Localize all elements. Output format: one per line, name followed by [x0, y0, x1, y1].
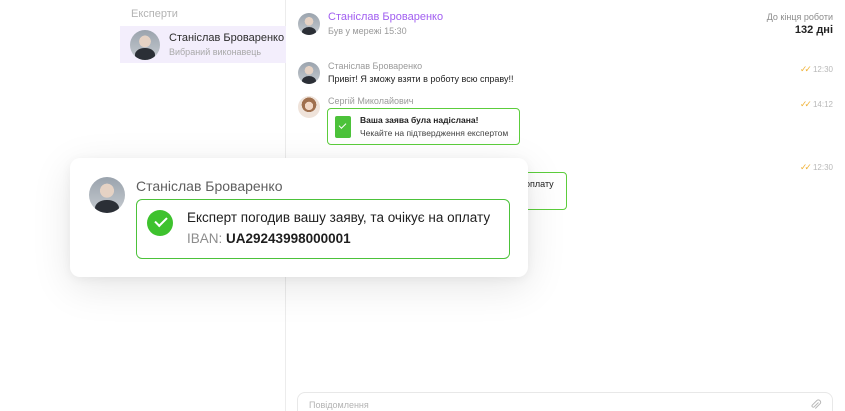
- notice-subtitle: Чекайте на підтвердження експертом: [360, 128, 509, 138]
- document-check-icon: [335, 115, 351, 138]
- message-time: ✓✓ 12:30: [800, 162, 833, 173]
- message-author: Сергій Миколайович: [328, 96, 414, 106]
- double-check-icon: ✓✓: [799, 162, 812, 172]
- expert-avatar: [130, 29, 160, 60]
- popup-expert-avatar: [89, 177, 125, 213]
- chat-header-avatar[interactable]: [298, 13, 320, 35]
- message-time: ✓✓ 14:12: [800, 99, 833, 110]
- message-time-text: 14:12: [812, 100, 833, 109]
- iban-label: IBAN:: [187, 231, 223, 246]
- popup-expert-name: Станіслав Броваренко: [136, 178, 283, 194]
- deadline-value: 132 дні: [794, 24, 833, 36]
- chat-contact-name[interactable]: Станіслав Броваренко: [328, 11, 443, 23]
- message-input[interactable]: [309, 400, 769, 410]
- approval-message-box: Експерт погодив вашу заяву, та очікує на…: [136, 199, 510, 259]
- check-circle-icon: [147, 210, 173, 236]
- application-sent-notice: Ваша заява була надіслана! Чекайте на пі…: [327, 108, 520, 145]
- paperclip-icon[interactable]: [810, 399, 822, 411]
- expert-name: Станіслав Броваренко: [169, 32, 285, 44]
- approval-title: Експерт погодив вашу заяву, та очікує на…: [187, 210, 491, 225]
- chat-last-seen: Був у мережі 15:30: [328, 26, 407, 36]
- message-author: Станіслав Броваренко: [328, 61, 423, 71]
- double-check-icon: ✓✓: [799, 64, 812, 74]
- message-time-text: 12:30: [812, 65, 833, 74]
- payment-notification-card: Станіслав Броваренко Експерт погодив ваш…: [70, 158, 528, 277]
- expert-role: Вибраний виконавець: [169, 47, 262, 57]
- notice-title: Ваша заява була надіслана!: [360, 115, 479, 125]
- deadline-label: До кінця роботи: [766, 12, 833, 22]
- message-time: ✓✓ 12:30: [800, 64, 833, 75]
- message-avatar: [298, 96, 320, 118]
- double-check-icon: ✓✓: [799, 99, 812, 109]
- message-time-text: 12:30: [812, 163, 833, 172]
- message-text: Привіт! Я зможу взяти в роботу всю справ…: [328, 74, 514, 84]
- payment-message-partial-text: оплату: [525, 179, 554, 189]
- sidebar-heading: Експерти: [131, 8, 178, 20]
- iban-line: IBAN: UA29243998000001: [187, 231, 351, 246]
- message-avatar: [298, 62, 320, 84]
- expert-list-item[interactable]: Станіслав Броваренко Вибраний виконавець: [120, 26, 286, 63]
- iban-value: UA29243998000001: [226, 231, 351, 246]
- message-composer: [297, 392, 833, 411]
